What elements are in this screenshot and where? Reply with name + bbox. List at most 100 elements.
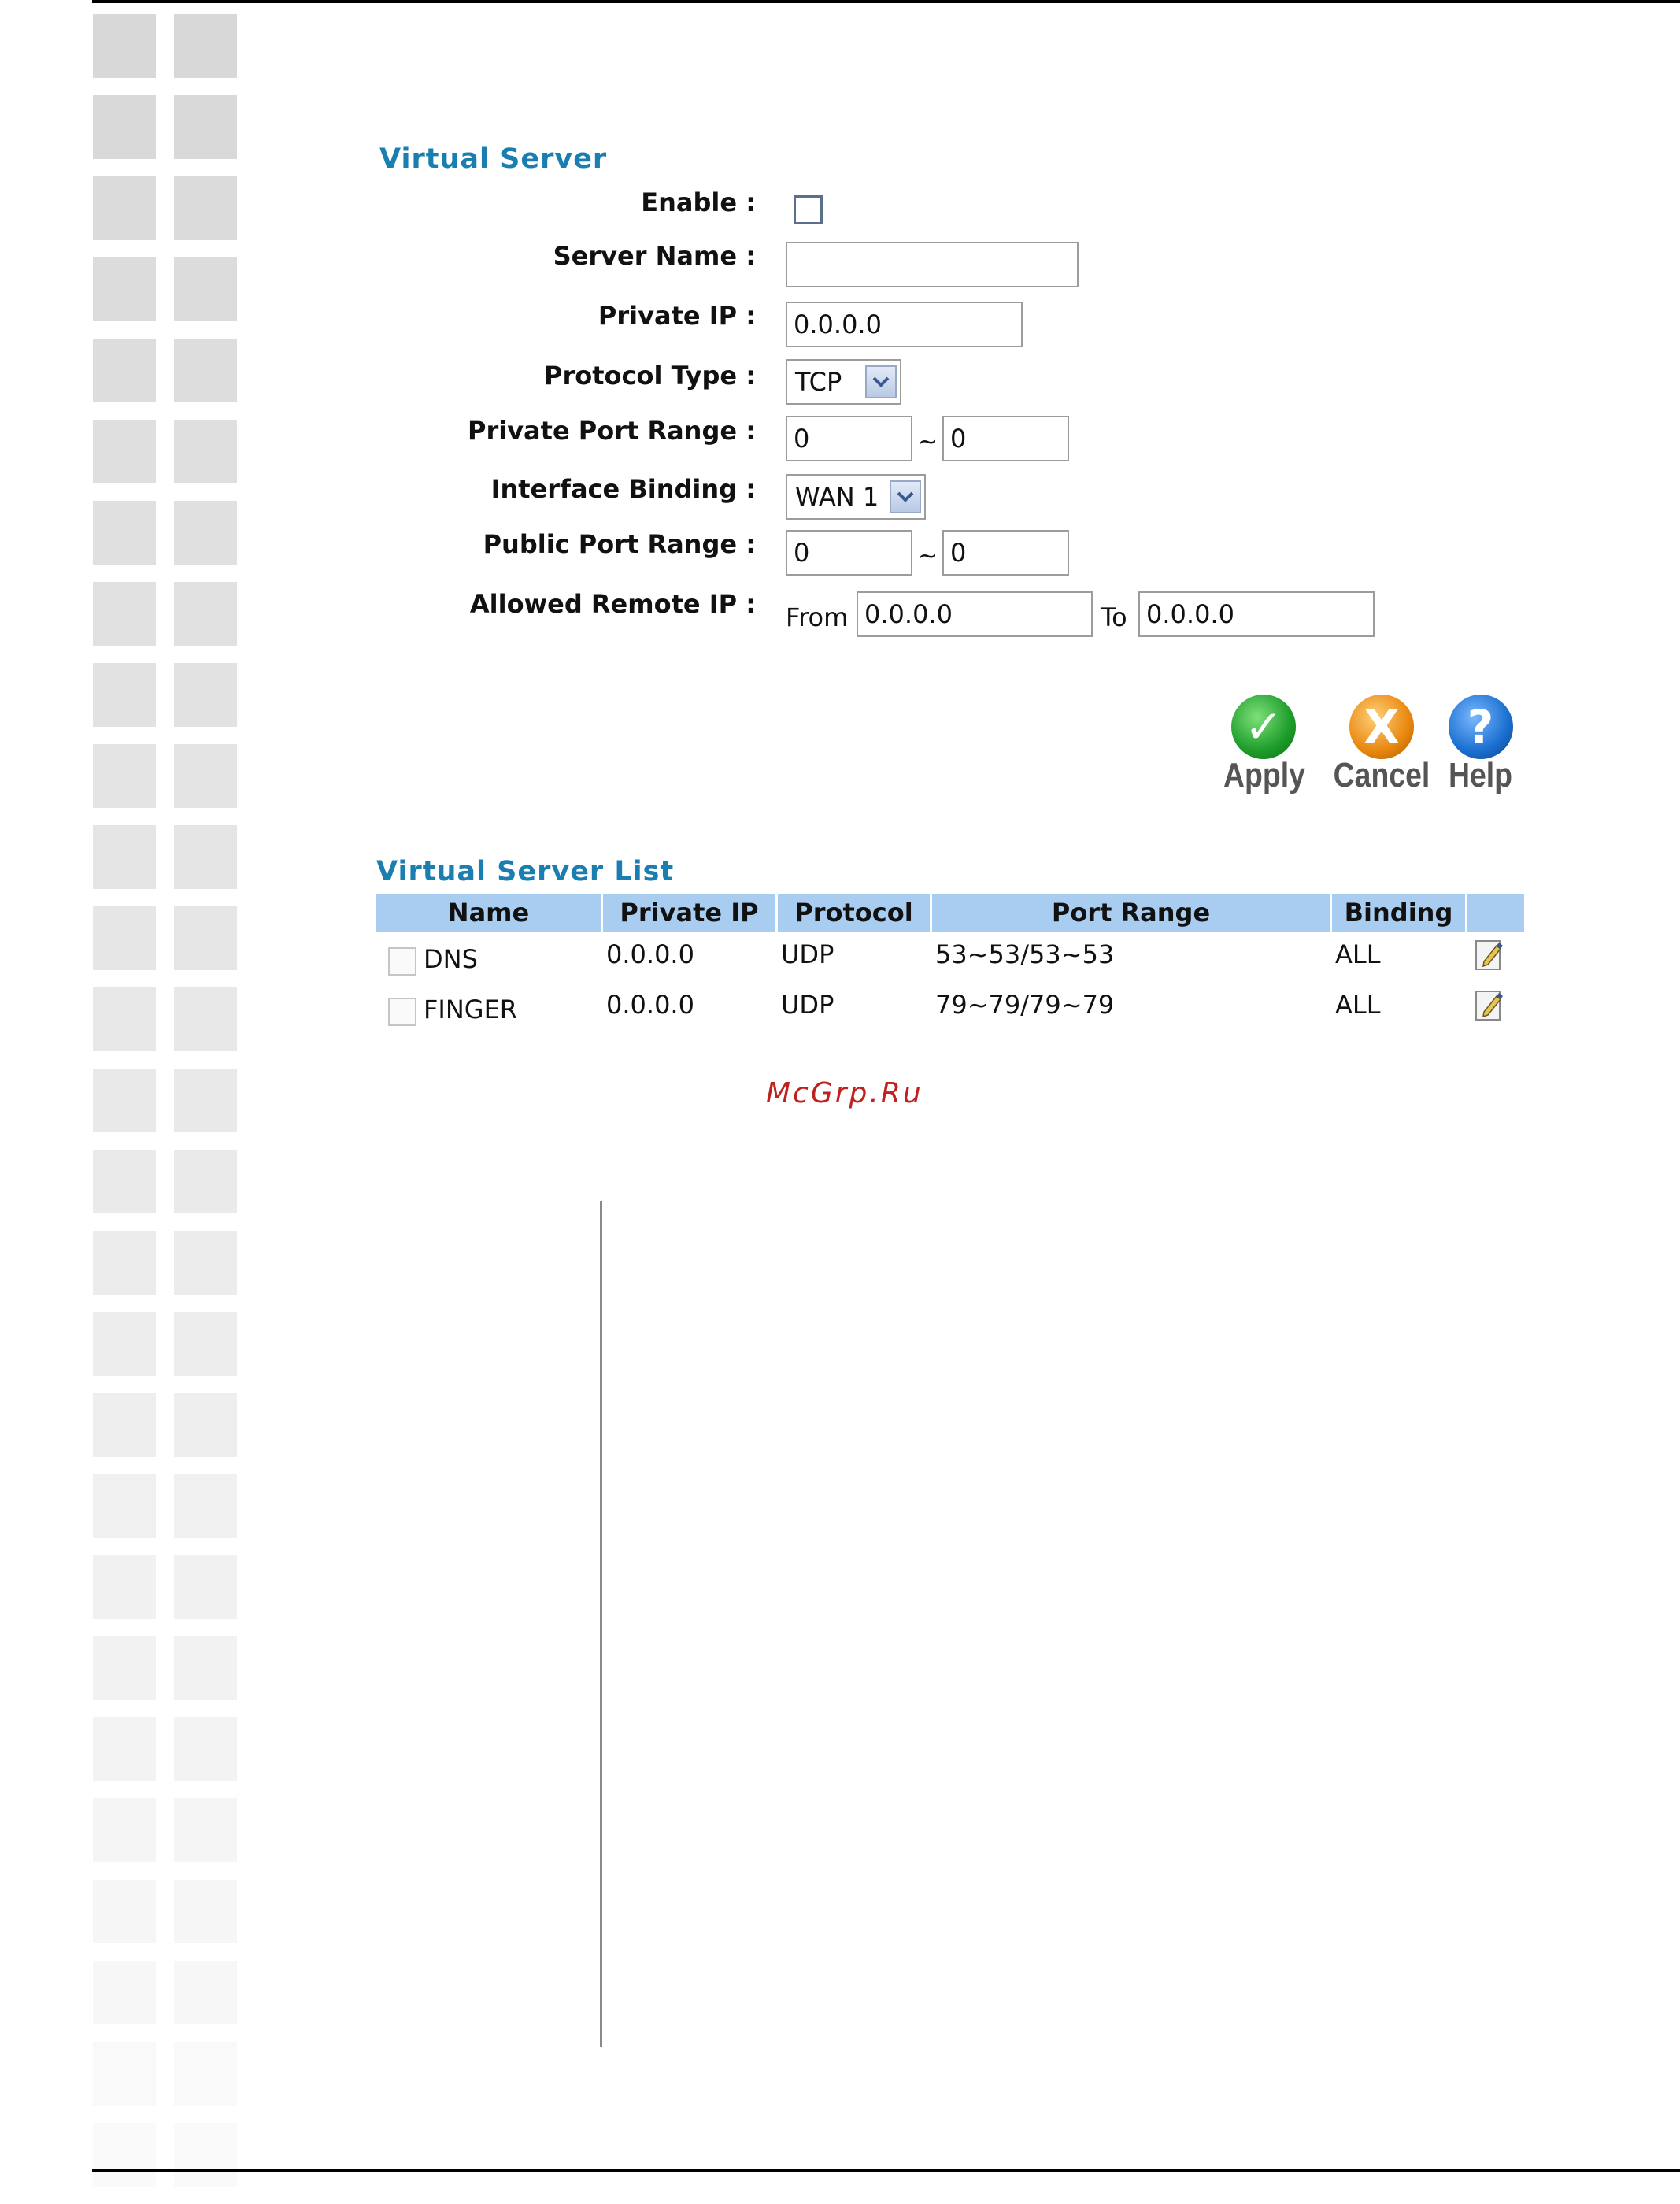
tile-row [93, 987, 242, 1051]
decorative-tile [93, 1717, 156, 1781]
remote-ip-from-input[interactable] [857, 591, 1093, 637]
private-port-end-input[interactable] [942, 416, 1069, 461]
decorative-tile [93, 339, 156, 402]
decorative-tile [174, 825, 237, 889]
edit-icon[interactable] [1475, 938, 1504, 971]
decorative-tile [93, 1474, 156, 1538]
decorative-tile [174, 1393, 237, 1457]
decorative-tile [93, 2042, 156, 2106]
row-port-range: 79~79/79~79 [935, 990, 1115, 1020]
decorative-tile [174, 2123, 237, 2187]
tile-row [93, 663, 242, 727]
tile-row [93, 2042, 242, 2106]
row-binding: ALL [1335, 939, 1381, 969]
decorative-tile [93, 176, 156, 240]
decorative-tile [174, 339, 237, 402]
tile-row [93, 906, 242, 970]
decorative-tile [93, 95, 156, 159]
decorative-tile [93, 1880, 156, 1943]
table-row: DNS 0.0.0.0 UDP 53~53/53~53 ALL [376, 932, 1524, 982]
private-ip-input[interactable] [786, 302, 1023, 347]
tile-row [93, 825, 242, 889]
row-protocol: UDP [781, 990, 834, 1020]
protocol-type-value: TCP [795, 367, 842, 397]
interface-binding-value: WAN 1 [795, 482, 879, 512]
decorative-tile [93, 501, 156, 565]
vertical-divider [600, 1201, 602, 2047]
decorative-tile [93, 825, 156, 889]
decorative-tile [174, 1150, 237, 1213]
decorative-tile [174, 582, 237, 646]
decorative-tile [93, 1555, 156, 1619]
tile-row [93, 582, 242, 646]
tile-row [93, 257, 242, 321]
tile-row [93, 1312, 242, 1376]
enable-checkbox[interactable] [794, 195, 823, 224]
cancel-label: Cancel [1333, 756, 1430, 795]
watermark: McGrp.Ru [766, 1077, 923, 1109]
apply-label: Apply [1223, 756, 1305, 795]
help-label: Help [1448, 756, 1513, 795]
decorative-tile [93, 257, 156, 321]
private-ip-label: Private IP : [598, 301, 756, 331]
decorative-tile [93, 987, 156, 1051]
tile-row [93, 1798, 242, 1862]
apply-button[interactable]: ✓ Apply [1216, 695, 1311, 795]
close-icon: X [1349, 695, 1414, 759]
tile-row [93, 95, 242, 159]
public-port-start-input[interactable] [786, 530, 912, 576]
server-name-input[interactable] [786, 242, 1079, 287]
decorative-tile [174, 1636, 237, 1700]
chevron-down-icon[interactable] [865, 365, 897, 398]
row-name: FINGER [424, 995, 518, 1024]
top-rule [92, 0, 1680, 3]
decorative-tile [93, 2123, 156, 2187]
decorative-tile-column [93, 14, 242, 2204]
row-port-range: 53~53/53~53 [935, 939, 1115, 969]
allowed-remote-ip-label: Allowed Remote IP : [469, 589, 756, 619]
chevron-down-icon[interactable] [890, 480, 921, 513]
private-port-separator: ~ [918, 428, 938, 456]
column-header-protocol: Protocol [778, 894, 932, 932]
table-header: Name Private IP Protocol Port Range Bind… [376, 894, 1524, 932]
decorative-tile [93, 906, 156, 970]
tile-row [93, 1555, 242, 1619]
decorative-tile [174, 1069, 237, 1132]
row-private-ip: 0.0.0.0 [606, 990, 694, 1020]
decorative-tile [174, 1961, 237, 2024]
bottom-rule [92, 2169, 1680, 2172]
decorative-tile [174, 95, 237, 159]
tile-row [93, 1474, 242, 1538]
virtual-server-title: Virtual Server [379, 143, 608, 175]
private-port-start-input[interactable] [786, 416, 912, 461]
decorative-tile [93, 1636, 156, 1700]
row-select-checkbox[interactable] [388, 998, 416, 1026]
tile-row [93, 1636, 242, 1700]
row-select-checkbox[interactable] [388, 947, 416, 976]
interface-binding-select[interactable]: WAN 1 [786, 474, 926, 520]
help-button[interactable]: ? Help [1439, 695, 1522, 795]
public-port-separator: ~ [918, 543, 938, 570]
tile-row [93, 1231, 242, 1295]
decorative-tile [93, 1231, 156, 1295]
decorative-tile [174, 906, 237, 970]
tile-row [93, 1150, 242, 1213]
row-protocol: UDP [781, 939, 834, 969]
edit-icon[interactable] [1475, 988, 1504, 1021]
from-label: From [786, 602, 849, 632]
cancel-button[interactable]: X Cancel [1323, 695, 1441, 795]
remote-ip-to-input[interactable] [1138, 591, 1375, 637]
column-header-binding: Binding [1332, 894, 1467, 932]
decorative-tile [93, 744, 156, 808]
decorative-tile [174, 257, 237, 321]
public-port-end-input[interactable] [942, 530, 1069, 576]
decorative-tile [174, 420, 237, 483]
tile-row [93, 1393, 242, 1457]
tile-row [93, 14, 242, 78]
protocol-type-select[interactable]: TCP [786, 359, 901, 405]
decorative-tile [93, 663, 156, 727]
decorative-tile [93, 1312, 156, 1376]
decorative-tile [174, 1880, 237, 1943]
server-name-label: Server Name : [553, 241, 756, 271]
decorative-tile [174, 1474, 237, 1538]
